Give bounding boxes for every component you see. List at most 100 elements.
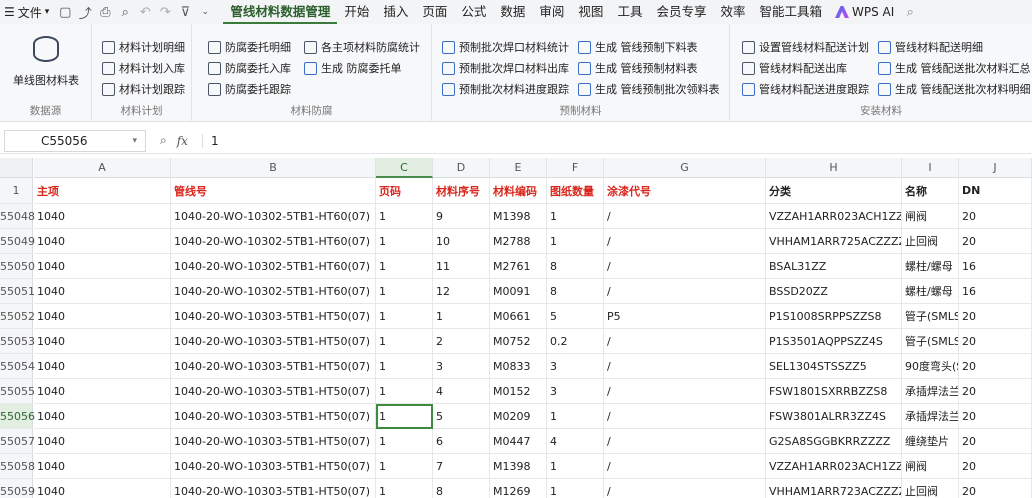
table-cell[interactable]: /	[604, 254, 766, 279]
column-header-C[interactable]: C	[376, 158, 433, 178]
table-cell[interactable]: 9	[433, 204, 490, 229]
redo-icon[interactable]: ↷	[155, 2, 175, 22]
table-cell[interactable]: 止回阀	[902, 479, 959, 498]
table-cell[interactable]: 1	[376, 229, 433, 254]
table-cell[interactable]: /	[604, 479, 766, 498]
column-header-G[interactable]: G	[604, 158, 766, 178]
table-cell[interactable]: 7	[433, 454, 490, 479]
table-cell[interactable]: 20	[959, 354, 1032, 379]
tab-11[interactable]: 智能工具箱	[752, 0, 829, 24]
table-cell[interactable]: 20	[959, 454, 1032, 479]
material-plan-inbound-button[interactable]: 材料计划入库	[102, 59, 185, 77]
row-header[interactable]: 55053	[0, 329, 35, 354]
table-cell[interactable]: 1040-20-WO-10302-5TB1-HT60(07)	[171, 254, 376, 279]
zoom-search-icon[interactable]: ⌕	[160, 133, 167, 148]
table-cell[interactable]: 1040-20-WO-10302-5TB1-HT60(07)	[171, 204, 376, 229]
table-cell[interactable]: M0209	[490, 404, 547, 429]
table-cell[interactable]: M0833	[490, 354, 547, 379]
table-cell[interactable]: 4	[547, 429, 604, 454]
table-cell[interactable]: 1	[376, 379, 433, 404]
table-cell[interactable]: 8	[547, 279, 604, 304]
row-header[interactable]: 1	[0, 178, 33, 204]
header-cell[interactable]: 页码	[376, 178, 433, 204]
tab-0[interactable]: 管线材料数据管理	[223, 0, 338, 24]
table-cell[interactable]: 1040-20-WO-10302-5TB1-HT60(07)	[171, 279, 376, 304]
table-cell[interactable]: 20	[959, 329, 1032, 354]
table-cell[interactable]: /	[604, 354, 766, 379]
table-cell[interactable]: 90度弯头(SW)	[902, 354, 959, 379]
delivery-progress-button[interactable]: 管线材料配送进度跟踪	[742, 80, 869, 98]
table-cell[interactable]: 1040	[34, 354, 171, 379]
header-cell[interactable]: 涂漆代号	[604, 178, 766, 204]
row-header[interactable]: 55048	[0, 204, 35, 229]
table-cell[interactable]: 1	[547, 454, 604, 479]
table-cell[interactable]: 1040	[34, 329, 171, 354]
table-cell[interactable]: M1398	[490, 454, 547, 479]
table-cell[interactable]: 1	[547, 204, 604, 229]
table-cell[interactable]: M0152	[490, 379, 547, 404]
generate-anticorrosion-order-button[interactable]: 生成 防腐委托单	[304, 59, 402, 77]
tab-10[interactable]: 效率	[713, 0, 752, 24]
generate-delivery-detail-button[interactable]: 生成 管线配送批次材料明细	[878, 80, 1031, 98]
table-cell[interactable]: 1040-20-WO-10303-5TB1-HT50(07)	[171, 429, 376, 454]
table-cell[interactable]: 闸阀	[902, 454, 959, 479]
generate-prefab-picking-button[interactable]: 生成 管线预制批次领料表	[578, 80, 720, 98]
header-cell[interactable]: 名称	[902, 178, 959, 204]
row-header[interactable]: 55052	[0, 304, 35, 329]
tab-6[interactable]: 审阅	[532, 0, 571, 24]
table-cell[interactable]: 1040-20-WO-10303-5TB1-HT50(07)	[171, 454, 376, 479]
table-cell[interactable]: 5	[433, 404, 490, 429]
table-cell[interactable]: 止回阀	[902, 229, 959, 254]
prefab-weld-stats-button[interactable]: 预制批次焊口材料统计	[442, 38, 569, 56]
table-cell[interactable]: 5	[547, 304, 604, 329]
row-header[interactable]: 55054	[0, 354, 35, 379]
table-cell[interactable]: 1040-20-WO-10303-5TB1-HT50(07)	[171, 354, 376, 379]
table-cell[interactable]: 1040-20-WO-10303-5TB1-HT50(07)	[171, 404, 376, 429]
row-header[interactable]: 55059	[0, 479, 35, 498]
generate-prefab-cutting-button[interactable]: 生成 管线预制下料表	[578, 38, 698, 56]
row-header[interactable]: 55051	[0, 279, 35, 304]
anticorrosion-inbound-button[interactable]: 防腐委托入库	[208, 59, 291, 77]
table-cell[interactable]: BSAL31ZZ	[766, 254, 902, 279]
tab-9[interactable]: 会员专享	[649, 0, 713, 24]
row-header[interactable]: 55050	[0, 254, 35, 279]
row-header[interactable]: 55049	[0, 229, 35, 254]
column-header-D[interactable]: D	[433, 158, 490, 178]
tab-7[interactable]: 视图	[571, 0, 610, 24]
table-cell[interactable]: FSW1801SXRRBZZS8	[766, 379, 902, 404]
table-cell[interactable]: /	[604, 229, 766, 254]
table-cell[interactable]: 16	[959, 279, 1032, 304]
table-cell[interactable]: VZZAH1ARR023ACH1ZZZZ	[766, 204, 902, 229]
formula-input[interactable]: 1	[201, 133, 219, 148]
delivery-outbound-button[interactable]: 管线材料配送出库	[742, 59, 847, 77]
header-cell[interactable]: 分类	[766, 178, 902, 204]
table-cell[interactable]: 12	[433, 279, 490, 304]
table-cell[interactable]: /	[604, 329, 766, 354]
table-cell[interactable]: 1040-20-WO-10303-5TB1-HT50(07)	[171, 479, 376, 498]
table-cell[interactable]: 1	[376, 279, 433, 304]
column-header-E[interactable]: E	[490, 158, 547, 178]
material-plan-detail-button[interactable]: 材料计划明细	[102, 38, 185, 56]
column-header-I[interactable]: I	[902, 158, 959, 178]
table-cell[interactable]: P5	[604, 304, 766, 329]
tab-4[interactable]: 公式	[454, 0, 493, 24]
table-cell[interactable]: /	[604, 379, 766, 404]
table-cell[interactable]: VZZAH1ARR023ACH1ZZZZ	[766, 454, 902, 479]
table-cell[interactable]: /	[604, 429, 766, 454]
table-cell[interactable]: 1	[547, 479, 604, 498]
more-chevron-icon[interactable]: ⌄	[195, 2, 215, 22]
anticorrosion-stats-button[interactable]: 各主项材料防腐统计	[304, 38, 420, 56]
header-cell[interactable]: 材料序号	[433, 178, 490, 204]
table-cell[interactable]: 20	[959, 429, 1032, 454]
search-icon[interactable]: ⌕	[900, 2, 920, 22]
table-cell[interactable]: 1040	[34, 204, 171, 229]
table-cell[interactable]: G2SA8SGGBKRRZZZZ	[766, 429, 902, 454]
table-cell[interactable]: 3	[433, 354, 490, 379]
tab-8[interactable]: 工具	[610, 0, 649, 24]
table-cell[interactable]: /	[604, 454, 766, 479]
row-header[interactable]: 55057	[0, 429, 35, 454]
table-cell[interactable]: 8	[547, 254, 604, 279]
delivery-detail-button[interactable]: 管线材料配送明细	[878, 38, 983, 56]
header-cell[interactable]: 管线号	[171, 178, 376, 204]
table-cell[interactable]: 4	[433, 379, 490, 404]
